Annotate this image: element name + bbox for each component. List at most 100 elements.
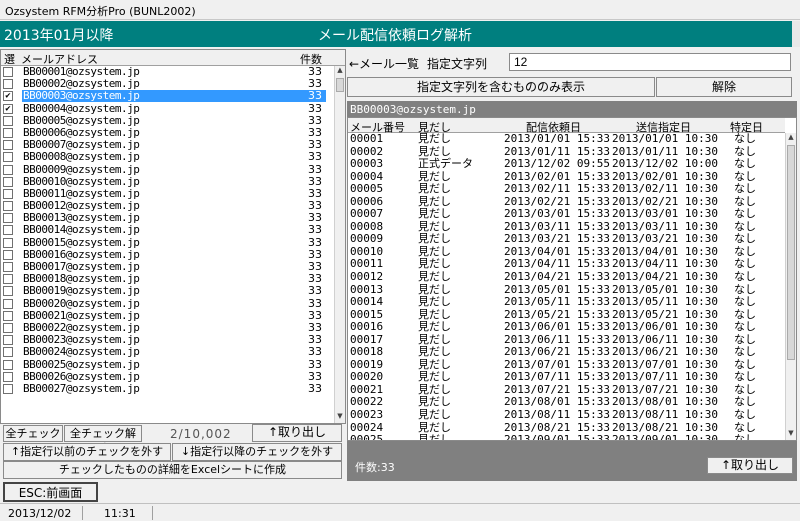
row-count: 33 (308, 272, 322, 286)
row-checkbox[interactable] (3, 274, 13, 285)
mail-list-row[interactable]: BB00009@ozsystem.jp 33 (1, 163, 334, 176)
cell-send-date: 2013/12/02 10:00 (612, 157, 718, 171)
row-address: BB00012@ozsystem.jp (23, 199, 140, 213)
row-checkbox[interactable] (3, 164, 13, 175)
cell-category: 見だし (418, 232, 451, 246)
log-table-row[interactable]: 00007 見だし 2013/03/01 15:33 2013/03/01 10:30… (348, 208, 785, 221)
detail-retrieve-button[interactable]: ↑取り出し (707, 457, 793, 474)
row-checkbox[interactable] (3, 262, 13, 272)
row-checkbox[interactable] (3, 127, 13, 138)
row-checkbox[interactable] (3, 237, 13, 248)
row-checkbox[interactable] (3, 225, 13, 236)
mail-list-row[interactable]: BB00027@ozsystem.jp 33 (1, 381, 334, 395)
row-count: 33 (308, 345, 322, 359)
log-table-row[interactable]: 00005 見だし 2013/02/11 15:33 2013/02/11 10:30… (348, 183, 785, 196)
log-table-row[interactable]: 00016 見だし 2013/06/01 15:33 2013/06/01 10:30… (348, 321, 785, 334)
log-table-row[interactable]: 00003 正式データ 2013/12/02 09:55 2013/12/02 10:… (348, 158, 785, 171)
mail-list-row[interactable]: BB00024@ozsystem.jp 33 (1, 346, 334, 358)
mail-list-header: 選 メールアドレス 件数 (1, 50, 345, 66)
filter-string-input[interactable] (509, 53, 791, 71)
log-table-row[interactable]: 00014 見だし 2013/05/11 15:33 2013/05/11 10:30… (348, 296, 785, 309)
scroll-up-icon[interactable]: ▲ (335, 66, 345, 77)
row-checkbox[interactable] (3, 79, 13, 90)
log-table-row[interactable]: 00023 見だし 2013/08/11 15:33 2013/08/11 10:30… (348, 409, 785, 422)
cell-mail-number: 00005 (350, 182, 384, 196)
retrieve-button[interactable]: ↑取り出し (252, 424, 342, 442)
row-checkbox[interactable] (3, 67, 13, 77)
row-count: 33 (308, 296, 322, 310)
row-checkbox[interactable] (3, 383, 13, 394)
row-checkbox[interactable] (3, 322, 13, 333)
check-all-button[interactable]: 全チェック (3, 425, 63, 442)
mail-list-row[interactable]: ✔ BB00004@ozsystem.jp 33 (1, 102, 334, 115)
cell-category: 見だし (418, 295, 451, 309)
row-checkbox[interactable] (3, 213, 13, 224)
cell-category: 見だし (418, 408, 451, 422)
cell-request-date: 2013/04/21 15:33 (504, 270, 610, 284)
scroll-thumb[interactable] (336, 78, 344, 92)
cell-special-date: なし (734, 345, 756, 359)
cell-send-date: 2013/02/11 10:30 (612, 182, 718, 196)
export-excel-button[interactable]: チェックしたものの詳細をExcelシートに作成 (3, 461, 342, 479)
row-count: 33 (308, 223, 322, 237)
log-table-rows: 00001 見だし 2013/01/01 15:33 2013/01/01 10:30… (348, 133, 785, 440)
show-matching-button[interactable]: 指定文字列を含むもののみ表示 (347, 77, 655, 97)
cell-special-date: なし (734, 320, 756, 334)
cell-request-date: 2013/06/21 15:33 (504, 345, 610, 359)
row-checkbox[interactable] (3, 335, 13, 346)
esc-back-button[interactable]: ESC:前画面 (3, 482, 98, 502)
row-checkbox[interactable] (3, 201, 13, 212)
mail-list-row[interactable]: BB00008@ozsystem.jp 33 (1, 151, 334, 163)
row-checkbox[interactable] (3, 359, 13, 370)
row-address: BB00019@ozsystem.jp (23, 284, 140, 298)
cell-request-date: 2013/08/11 15:33 (504, 408, 610, 422)
delivery-log-table[interactable]: メール番号 見だし 配信依頼日 送信指定日 特定日 00001 見だし 2013/0… (347, 117, 797, 441)
row-checkbox[interactable] (3, 310, 13, 321)
mail-list-row[interactable]: BB00025@ozsystem.jp 33 (1, 358, 334, 371)
mail-list-row[interactable]: BB00014@ozsystem.jp 33 (1, 224, 334, 236)
row-checkbox[interactable]: ✔ (3, 91, 13, 102)
row-checkbox[interactable] (3, 140, 13, 151)
clear-filter-button[interactable]: 解除 (656, 77, 792, 97)
mail-list-row[interactable]: BB00019@ozsystem.jp 33 (1, 285, 334, 297)
log-table-row[interactable]: 00012 見だし 2013/04/21 15:33 2013/04/21 10:30… (348, 271, 785, 284)
scroll-down-icon[interactable]: ▼ (335, 412, 345, 423)
log-table-scrollbar[interactable]: ▲ ▼ (785, 133, 796, 440)
scroll-thumb[interactable] (787, 145, 795, 360)
row-checkbox[interactable] (3, 152, 13, 163)
row-checkbox[interactable] (3, 176, 13, 187)
cell-send-date: 2013/03/01 10:30 (612, 207, 718, 221)
mail-address-list[interactable]: 選 メールアドレス 件数 BB00001@ozsystem.jp 33 BB0000… (0, 49, 346, 424)
row-checkbox[interactable] (3, 249, 13, 260)
row-checkbox[interactable] (3, 347, 13, 358)
row-checkbox[interactable] (3, 286, 13, 297)
cell-request-date: 2013/05/11 15:33 (504, 295, 610, 309)
log-table-row[interactable]: 00018 見だし 2013/06/21 15:33 2013/06/21 10:30… (348, 346, 785, 359)
cell-mail-number: 00007 (350, 207, 384, 221)
row-count: 33 (308, 308, 322, 322)
row-checkbox[interactable] (3, 188, 13, 199)
row-count: 33 (308, 66, 322, 78)
uncheck-all-button[interactable]: 全チェック解除 (64, 425, 142, 455)
cell-special-date: なし (734, 182, 756, 196)
back-to-list-link[interactable]: ←メール一覧 (349, 55, 419, 72)
detail-footer: 件数:33 ↑取り出し (347, 441, 797, 481)
row-checkbox[interactable] (3, 115, 13, 126)
row-checkbox[interactable]: ✔ (3, 103, 13, 114)
mail-list-row[interactable]: BB00015@ozsystem.jp 33 (1, 236, 334, 249)
mail-list-row[interactable]: ✔ BB00003@ozsystem.jp 33 (1, 90, 334, 103)
uncheck-before-button[interactable]: ↑指定行以前のチェックを外す (3, 443, 171, 461)
status-date: 2013/12/02 (8, 507, 72, 520)
log-table-row[interactable]: 00001 見だし 2013/01/01 15:33 2013/01/01 10:30… (348, 133, 785, 146)
scroll-up-icon[interactable]: ▲ (786, 133, 796, 144)
mail-list-row[interactable]: BB00020@ozsystem.jp 33 (1, 296, 334, 310)
cell-send-date: 2013/06/01 10:30 (612, 320, 718, 334)
row-count: 33 (308, 381, 322, 395)
row-checkbox[interactable] (3, 371, 13, 382)
row-checkbox[interactable] (3, 298, 13, 309)
log-table-row[interactable]: 00025 見だし 2013/09/01 15:33 2013/09/01 10:30… (348, 434, 785, 440)
cell-request-date: 2013/09/01 15:33 (504, 433, 610, 440)
scroll-down-icon[interactable]: ▼ (786, 429, 796, 440)
uncheck-after-button[interactable]: ↓指定行以降のチェックを外す (172, 443, 342, 461)
mail-list-scrollbar[interactable]: ▲ ▼ (334, 66, 345, 423)
